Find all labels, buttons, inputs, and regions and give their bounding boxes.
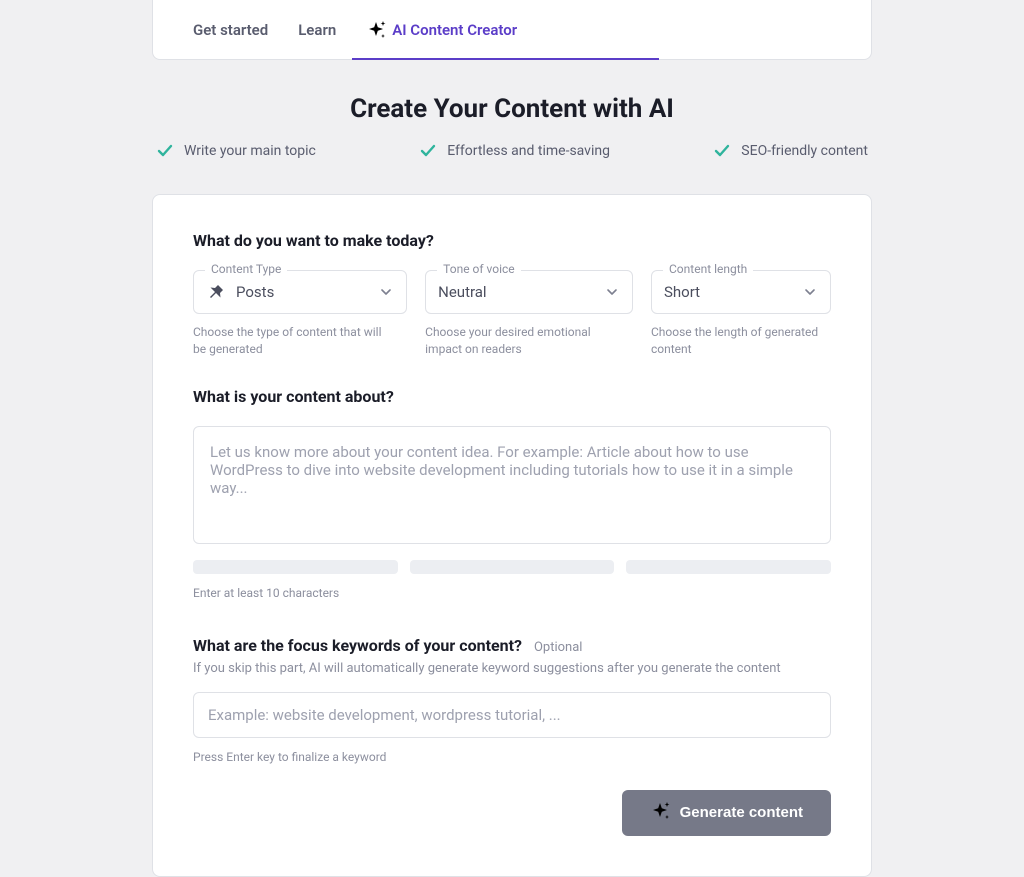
chevron-down-icon: [802, 284, 818, 300]
suggestion-skeletons: [193, 560, 831, 574]
section-heading-keywords: What are the focus keywords of your cont…: [193, 636, 522, 655]
field-value: Short: [664, 283, 802, 301]
content-type-column: Content Type Posts Choose the type of co…: [193, 270, 407, 359]
benefit-label: Write your main topic: [184, 143, 316, 159]
length-column: Content length Short Choose the length o…: [651, 270, 831, 359]
chevron-down-icon: [378, 284, 394, 300]
field-helper: Choose your desired emotional impact on …: [425, 324, 615, 359]
pin-icon: [206, 282, 226, 302]
tab-get-started[interactable]: Get started: [193, 0, 268, 59]
benefit-item: Write your main topic: [156, 142, 316, 160]
length-select[interactable]: Content length Short: [651, 270, 831, 314]
tone-column: Tone of voice Neutral Choose your desire…: [425, 270, 633, 359]
benefit-label: Effortless and time-saving: [447, 143, 610, 159]
benefits-row: Write your main topic Effortless and tim…: [152, 142, 872, 160]
section-heading-options: What do you want to make today?: [193, 231, 831, 250]
keywords-hint: Press Enter key to finalize a keyword: [193, 750, 831, 764]
field-label: Content length: [663, 262, 753, 276]
skeleton-placeholder: [626, 560, 831, 574]
benefit-item: SEO-friendly content: [713, 142, 868, 160]
content-idea-textarea[interactable]: [193, 426, 831, 544]
section-heading-about: What is your content about?: [193, 387, 831, 406]
tab-learn[interactable]: Learn: [298, 0, 336, 59]
check-icon: [156, 142, 174, 160]
keywords-description: If you skip this part, AI will automatic…: [193, 661, 831, 676]
field-value: Neutral: [438, 283, 604, 301]
hero: Create Your Content with AI Write your m…: [152, 94, 872, 160]
tabs-bar: Get started Learn AI Content Creator: [152, 0, 872, 60]
skeleton-placeholder: [193, 560, 398, 574]
tab-label: Get started: [193, 21, 268, 39]
options-row: Content Type Posts Choose the type of co…: [193, 270, 831, 359]
benefit-item: Effortless and time-saving: [419, 142, 610, 160]
tab-ai-content-creator[interactable]: AI Content Creator: [366, 0, 517, 59]
field-helper: Choose the type of content that will be …: [193, 324, 383, 359]
tab-label: Learn: [298, 21, 336, 39]
tone-select[interactable]: Tone of voice Neutral: [425, 270, 633, 314]
skeleton-placeholder: [410, 560, 615, 574]
field-value: Posts: [236, 283, 378, 301]
chevron-down-icon: [604, 284, 620, 300]
field-helper: Choose the length of generated content: [651, 324, 831, 359]
check-icon: [713, 142, 731, 160]
benefit-label: SEO-friendly content: [741, 143, 868, 159]
keywords-heading-row: What are the focus keywords of your cont…: [193, 636, 831, 655]
keywords-input[interactable]: [193, 692, 831, 738]
optional-label: Optional: [534, 640, 582, 655]
field-label: Tone of voice: [437, 262, 521, 276]
check-icon: [419, 142, 437, 160]
sparkles-icon: [650, 801, 670, 825]
tab-label: AI Content Creator: [392, 21, 517, 39]
sparkles-icon: [366, 20, 386, 40]
form-card: What do you want to make today? Content …: [152, 194, 872, 877]
idea-hint: Enter at least 10 characters: [193, 586, 831, 600]
content-type-select[interactable]: Content Type Posts: [193, 270, 407, 314]
field-label: Content Type: [205, 262, 287, 276]
page-title: Create Your Content with AI: [152, 94, 872, 124]
button-label: Generate content: [680, 804, 803, 821]
